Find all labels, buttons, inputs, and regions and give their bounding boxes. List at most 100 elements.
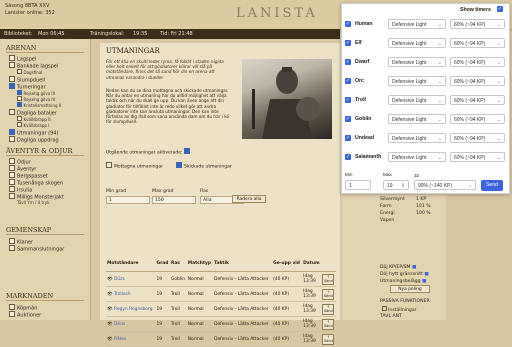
eye-icon[interactable]: 👁 bbox=[107, 337, 113, 342]
checkbox-icon[interactable] bbox=[9, 311, 15, 317]
checkbox-icon[interactable] bbox=[382, 306, 387, 311]
checkbox-checked-icon[interactable]: ✓ bbox=[497, 6, 503, 12]
send-button[interactable]: ↑ Sänd bbox=[322, 288, 335, 300]
checkbox-checked-icon[interactable]: ✓ bbox=[345, 40, 351, 46]
send-button[interactable]: ↑ Sänd bbox=[322, 318, 335, 330]
checkbox-icon[interactable] bbox=[9, 109, 15, 115]
tactic-select[interactable]: Defensive Light ⌄ bbox=[388, 19, 446, 29]
col-opponent[interactable]: Motståndare bbox=[106, 255, 156, 272]
checkbox-checked-icon[interactable] bbox=[17, 90, 22, 95]
checkbox-checked-icon[interactable]: ✓ bbox=[345, 78, 351, 84]
checkbox-icon[interactable] bbox=[9, 165, 15, 171]
settings-link[interactable]: Inställningar bbox=[382, 306, 417, 313]
giveup-select[interactable]: 60% (~94 KP) ⌄ bbox=[450, 57, 505, 67]
training-label[interactable]: Träningslokal: bbox=[90, 29, 124, 39]
giveup-select[interactable]: 60% (~94 KP) ⌄ bbox=[450, 152, 505, 162]
library-label[interactable]: Biblioteket: bbox=[4, 29, 32, 39]
col-geupp[interactable]: Ge-upp vid bbox=[272, 255, 303, 272]
checkbox-checked-icon[interactable] bbox=[17, 102, 22, 107]
site-logo[interactable]: LANISTA bbox=[236, 6, 318, 21]
stepper-icon[interactable]: ⇕ bbox=[401, 181, 405, 191]
checkbox-checked-icon[interactable]: ✓ bbox=[345, 59, 351, 65]
checkbox-checked-icon[interactable]: ■ bbox=[422, 279, 426, 284]
col-matchtype[interactable]: Matchtyp bbox=[186, 255, 214, 272]
min-input[interactable]: 1 bbox=[345, 180, 371, 190]
checkbox-icon[interactable] bbox=[9, 245, 15, 251]
checkbox-icon[interactable] bbox=[9, 179, 15, 185]
giveup-select[interactable]: 60% (~94 KP) ⌄ bbox=[450, 133, 505, 143]
checkbox-checked-icon[interactable] bbox=[183, 148, 190, 154]
checkbox-checked-icon[interactable] bbox=[9, 129, 15, 135]
checkbox-icon[interactable] bbox=[9, 55, 15, 61]
eye-icon[interactable]: 👁 bbox=[107, 307, 113, 312]
hide-kp-toggle[interactable]: Döj KP/EP/SM ■ bbox=[380, 265, 416, 270]
sidebar-subitem[interactable]: Kvällsbrapp I bbox=[17, 122, 49, 128]
checkbox-checked-icon[interactable]: ✓ bbox=[345, 21, 351, 27]
sidebar-item-sammanslutningar[interactable]: Sammanslutningar bbox=[9, 245, 64, 253]
checkbox-icon[interactable] bbox=[106, 162, 112, 168]
giveup-select[interactable]: 60% (~94 KP) ⌄ bbox=[450, 76, 505, 86]
send-button[interactable]: Send bbox=[481, 180, 503, 191]
tactic-select[interactable]: Defensive Light ⌄ bbox=[388, 152, 446, 162]
sidebar-subitem[interactable]: Dagsfinal bbox=[17, 69, 42, 75]
eye-icon[interactable]: 👁 bbox=[107, 277, 113, 282]
opponent-link[interactable]: Rålen bbox=[114, 337, 126, 342]
giveup-select[interactable]: 60% (~94 KP) ⌄ bbox=[450, 95, 505, 105]
col-taktik[interactable]: Taktik bbox=[213, 255, 273, 272]
new-poll-button[interactable]: Nya poling bbox=[390, 285, 430, 293]
send-button[interactable]: ↑ Sänd bbox=[322, 273, 335, 285]
giveup-select[interactable]: 60% (~94 KP) ⌄ bbox=[450, 19, 505, 29]
opponent-link[interactable]: Dūzs bbox=[114, 277, 125, 282]
giveup-select[interactable]: 60% (~94 KP) ⌄ bbox=[450, 114, 505, 124]
checkbox-checked-icon[interactable] bbox=[176, 162, 182, 168]
eye-icon[interactable]: 👁 bbox=[107, 292, 113, 297]
checkbox-icon[interactable] bbox=[9, 76, 15, 82]
clear-all-button[interactable]: Radera alla bbox=[232, 195, 266, 203]
send-button[interactable]: ↑ Sänd bbox=[322, 303, 335, 315]
col-datum[interactable]: Datum bbox=[302, 255, 322, 272]
checkbox-icon[interactable] bbox=[17, 116, 22, 121]
checkbox-checked-icon[interactable]: ✓ bbox=[345, 97, 351, 103]
checkbox-icon[interactable] bbox=[17, 122, 22, 127]
tactic-select[interactable]: Defensive Light ⌄ bbox=[388, 114, 446, 124]
sidebar-item-auktioner[interactable]: Auktioner bbox=[9, 311, 41, 319]
max-grad-input[interactable]: 150 bbox=[152, 196, 196, 204]
checkbox-icon[interactable] bbox=[9, 136, 15, 142]
col-ras[interactable]: Ras bbox=[169, 255, 187, 272]
col-grad[interactable]: Grad bbox=[155, 255, 170, 272]
sidebar-subitem[interactable]: Kristallsmattning II bbox=[17, 102, 61, 108]
tactic-select[interactable]: Defensive Light ⌄ bbox=[388, 76, 446, 86]
opponent-link[interactable]: Regyn Regnsborg bbox=[114, 307, 153, 312]
sent-challenges-option[interactable]: Skickade utmaningar bbox=[176, 162, 232, 170]
checkbox-checked-icon[interactable]: ✓ bbox=[345, 135, 351, 141]
tactic-select[interactable]: Defensive Light ⌄ bbox=[388, 95, 446, 105]
challenge-toggle[interactable]: Utmaningsbelägg ■ bbox=[380, 279, 426, 284]
hide-ui-toggle[interactable]: Döj hytt gränssnitt ■ bbox=[380, 272, 429, 277]
tactic-select[interactable]: Defensive Light ⌄ bbox=[388, 133, 446, 143]
checkbox-checked-icon[interactable] bbox=[9, 83, 15, 89]
checkbox-icon[interactable] bbox=[9, 186, 15, 192]
checkbox-checked-icon[interactable]: ✓ bbox=[345, 154, 351, 160]
tactic-select[interactable]: Defensive Light ⌄ bbox=[388, 38, 446, 48]
giveup-select[interactable]: 60% (~94 KP) ⌄ bbox=[450, 38, 505, 48]
checkbox-icon[interactable] bbox=[9, 172, 15, 178]
eye-icon[interactable]: 👁 bbox=[107, 322, 113, 327]
checkbox-checked-icon[interactable]: ■ bbox=[424, 272, 428, 277]
checkbox-checked-icon[interactable]: ■ bbox=[412, 265, 416, 270]
checkbox-icon[interactable] bbox=[9, 304, 15, 310]
checkbox-icon[interactable] bbox=[17, 96, 22, 101]
opponent-link[interactable]: Dēus bbox=[114, 322, 125, 327]
max-input[interactable]: 19 ⇕ bbox=[383, 180, 409, 190]
sidebar-item-dagliga-uppdrag[interactable]: Dagliga uppdrag bbox=[9, 136, 59, 144]
send-button[interactable]: ↑ Sänd bbox=[322, 333, 335, 345]
checkbox-icon[interactable] bbox=[17, 69, 22, 74]
outgoing-active-toggle[interactable]: Utgående utmaningar aktiverade: bbox=[106, 148, 192, 156]
opponent-link[interactable]: Trollosh bbox=[114, 292, 131, 297]
received-challenges-option[interactable]: Mottagna utmaningar bbox=[106, 162, 163, 170]
checkbox-icon[interactable] bbox=[9, 158, 15, 164]
hp-select[interactable]: 90% (~140 KP) ⌄ bbox=[414, 180, 476, 190]
checkbox-icon[interactable] bbox=[9, 238, 15, 244]
checkbox-icon[interactable] bbox=[9, 193, 15, 199]
checkbox-checked-icon[interactable]: ✓ bbox=[345, 116, 351, 122]
checkbox-icon[interactable] bbox=[9, 62, 15, 68]
